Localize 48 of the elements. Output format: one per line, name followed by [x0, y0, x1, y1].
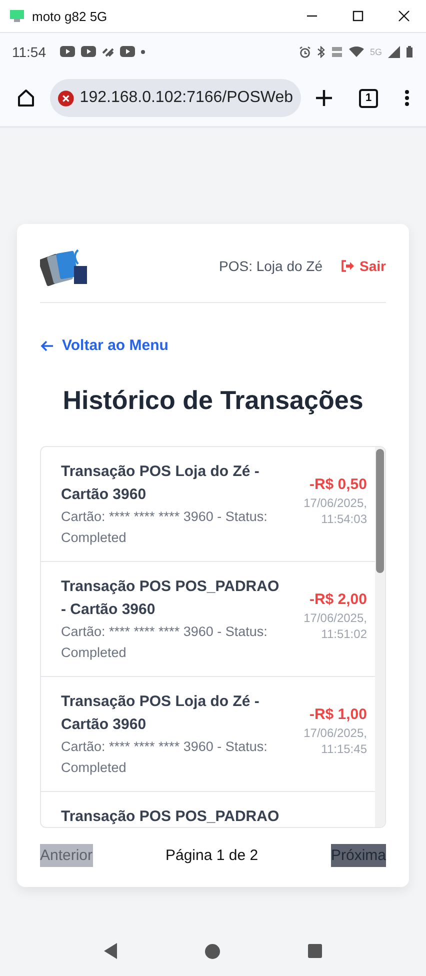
home-icon[interactable] [16, 88, 36, 108]
page-title: Histórico de Transações [62, 384, 364, 416]
address-field[interactable]: 192.168.0.102:7166/POSWeb [50, 79, 301, 117]
transaction-time: 11:51:02 [320, 626, 367, 642]
bluetooth-icon [316, 46, 325, 58]
transaction-date: 17/06/2025, [302, 494, 367, 510]
transaction-title: Transação POS POS_PADRAO - Cartão 3960 [61, 576, 280, 620]
signal-icon [388, 46, 400, 58]
video-icon [60, 46, 75, 57]
close-icon[interactable] [398, 10, 410, 22]
transaction-detail: Cartão: **** **** **** 3960 - Status: Completed [61, 508, 268, 547]
transaction-time: 11:15:45 [320, 740, 367, 756]
pos-label: POS: Loja do Zé [219, 258, 323, 274]
transaction-date: 17/06/2025, [302, 610, 367, 626]
transaction-title: Transação POS POS_PADRAO [61, 806, 280, 826]
page-indicator: Página 1 de 2 [165, 846, 258, 864]
scrollbar-thumb[interactable] [376, 448, 384, 572]
arrow-left-icon [40, 340, 54, 352]
tab-count-button[interactable]: 1 [359, 88, 378, 108]
transaction-amount: -R$ 2,00 [308, 590, 367, 610]
maximize-icon[interactable] [352, 10, 364, 22]
wifi-icon [348, 46, 364, 57]
window-title: moto g82 5G [32, 8, 108, 24]
transaction-detail: Cartão: **** **** **** 3960 - Status: Completed [61, 622, 268, 662]
transaction-amount: -R$ 1,00 [308, 704, 367, 724]
transaction-title: Transação POS Loja do Zé - Cartão 3960 [61, 692, 260, 734]
back-icon[interactable] [104, 943, 118, 959]
network-label: 5G [370, 46, 382, 56]
logout-icon [340, 260, 355, 272]
dot-icon [141, 50, 145, 54]
menu-icon[interactable] [404, 89, 410, 107]
transaction-detail: Cartão: **** **** **** 3960 - Status: Completed [61, 738, 268, 777]
plus-icon[interactable] [315, 89, 333, 107]
recents-icon[interactable] [308, 944, 322, 958]
alarm-icon [298, 46, 311, 58]
home-button-icon[interactable] [205, 944, 220, 958]
transaction-date: 17/06/2025, [302, 724, 367, 740]
android-icon [10, 10, 24, 22]
transaction-title: Transação POS Loja do Zé - Cartão 3960 [61, 462, 260, 504]
notification-icon [102, 46, 114, 56]
video-icon [120, 46, 135, 57]
back-link[interactable]: Voltar ao Menu [40, 337, 168, 354]
status-time: 11:54 [12, 44, 46, 60]
transaction-time: 11:54:03 [320, 510, 367, 526]
battery-icon [406, 46, 413, 58]
transaction-amount: -R$ 0,50 [308, 474, 367, 494]
video-icon [81, 46, 96, 57]
logout-link[interactable]: Sair [340, 258, 386, 274]
